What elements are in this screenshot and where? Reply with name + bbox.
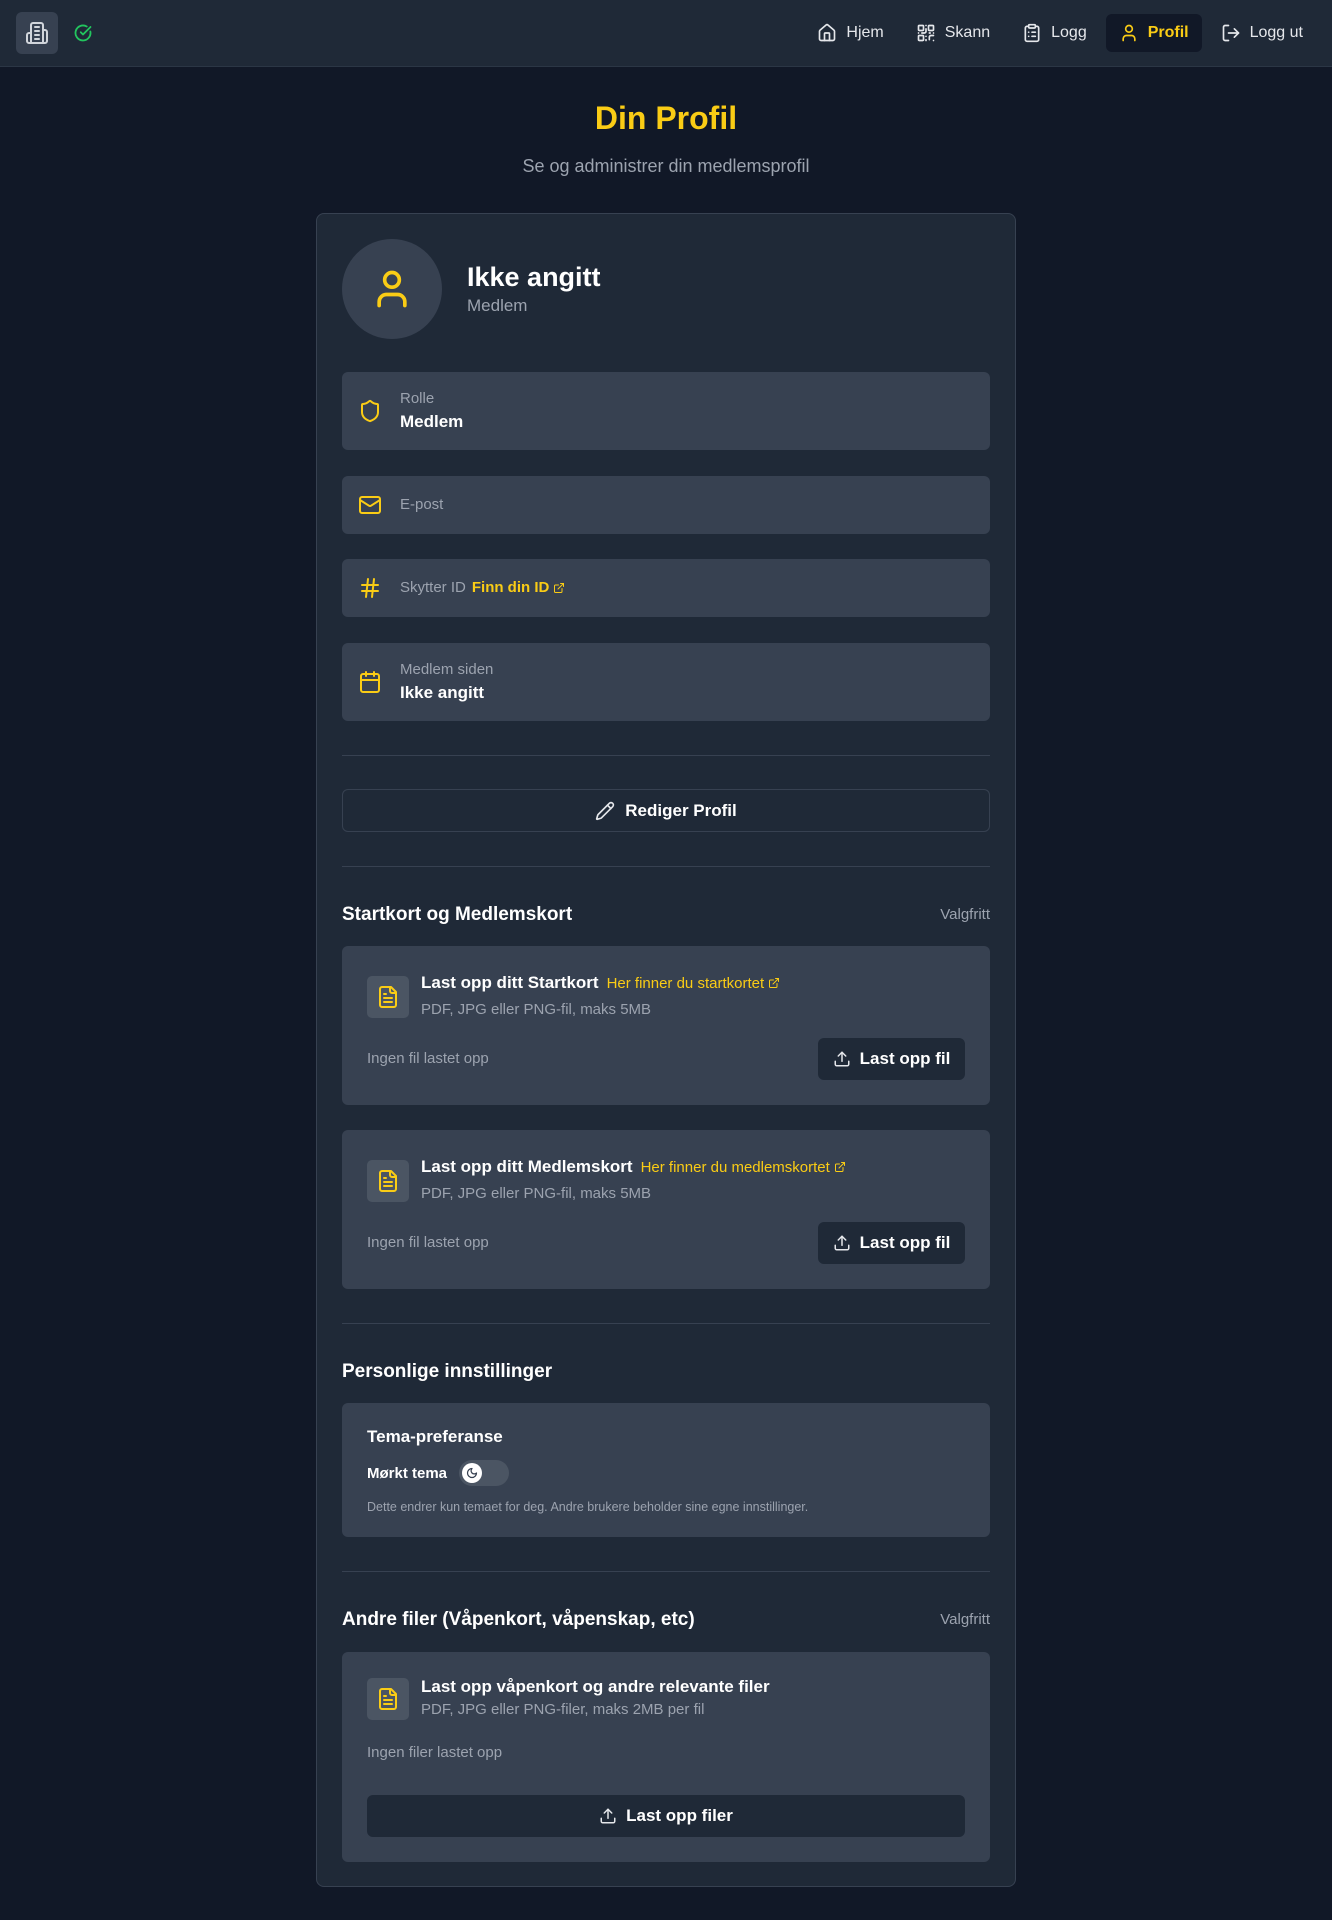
upload-button-label: Last opp filer: [626, 1806, 733, 1825]
file-text-icon: [367, 976, 409, 1018]
email-field: E-post: [342, 476, 990, 534]
start-card-help-link[interactable]: Her finner du startkortet: [607, 975, 781, 992]
nav-item-label: Skann: [944, 24, 991, 41]
upload-icon: [600, 1808, 616, 1824]
upload-title: Last opp våpenkort og andre relevante fi…: [421, 1677, 770, 1696]
page-title: Din Profil: [594, 100, 738, 136]
moon-icon: [462, 1463, 483, 1483]
dark-theme-toggle[interactable]: [459, 1460, 510, 1486]
field-value: Ikke angitt: [400, 683, 485, 702]
check-circle-icon: [74, 24, 92, 42]
find-id-link-label: Finn din ID: [471, 579, 550, 596]
upload-file-button[interactable]: Last opp fil: [818, 1222, 965, 1264]
external-link-icon: [834, 1162, 845, 1172]
help-link-label: Her finner du medlemskortet: [640, 1158, 830, 1176]
nav-item-scan[interactable]: Skann: [903, 14, 1003, 52]
nav-item-label: Hjem: [846, 24, 884, 41]
upload-status: Ingen filer lastet opp: [367, 1744, 503, 1761]
optional-badge: Valgfritt: [940, 1611, 990, 1628]
other-files-upload: Last opp våpenkort og andre relevante fi…: [342, 1652, 990, 1862]
divider: [342, 1323, 990, 1324]
upload-icon: [834, 1051, 850, 1067]
nav-item-label: Profil: [1147, 24, 1189, 41]
file-text-icon: [367, 1160, 409, 1202]
clipboard-icon: [1024, 23, 1040, 43]
field-label: E-post: [400, 496, 444, 513]
upload-subtitle: PDF, JPG eller PNG-filer, maks 2MB per f…: [421, 1701, 705, 1718]
shooter-id-field: Skytter ID Finn din ID: [342, 559, 990, 617]
home-icon: [819, 23, 836, 42]
building-logo-icon[interactable]: [16, 12, 58, 54]
profile-role-caption: Medlem: [467, 296, 528, 315]
optional-badge: Valgfritt: [940, 906, 990, 923]
dark-theme-label: Mørkt tema: [367, 1464, 448, 1482]
avatar: [342, 239, 442, 339]
upload-title: Last opp ditt Medlemskort: [421, 1157, 633, 1176]
upload-icon: [834, 1235, 850, 1251]
section-title: Andre filer (Våpenkort, våpenskap, etc): [342, 1609, 695, 1630]
logout-icon: [1222, 24, 1239, 42]
user-icon: [377, 270, 407, 308]
calendar-icon: [360, 671, 380, 693]
field-label-row: Skytter ID Finn din ID: [400, 579, 565, 596]
section-title: Personlige innstillinger: [342, 1361, 553, 1382]
user-icon: [1122, 24, 1136, 42]
theme-row: Mørkt tema: [367, 1460, 510, 1486]
file-text-icon: [367, 1678, 409, 1720]
nav-item-home[interactable]: Hjem: [804, 14, 896, 52]
divider: [342, 866, 990, 867]
qr-scan-icon: [917, 24, 935, 42]
upload-files-button[interactable]: Last opp filer: [367, 1795, 965, 1837]
field-value: Medlem: [400, 412, 464, 431]
theme-title: Tema-preferanse: [367, 1427, 503, 1446]
upload-status: Ingen fil lastet opp: [367, 1050, 489, 1067]
nav-menu: Hjem Skann Logg Profil Logg ut: [804, 14, 1316, 52]
shield-icon: [361, 400, 379, 423]
hash-icon: [361, 578, 379, 598]
pencil-icon: [596, 801, 615, 820]
theme-note: Dette endrer kun temaet for deg. Andre b…: [367, 1500, 809, 1514]
upload-subtitle: PDF, JPG eller PNG-fil, maks 5MB: [421, 1001, 652, 1018]
field-label: Rolle: [400, 390, 435, 407]
divider: [342, 1571, 990, 1572]
profile-card: Ikke angitt Medlem Rolle Medlem E-post S…: [316, 213, 1016, 1887]
external-link-icon: [554, 582, 565, 593]
nav-item-label: Logg ut: [1249, 24, 1303, 41]
profile-name: Ikke angitt: [467, 262, 601, 292]
mail-icon: [359, 496, 381, 514]
page-subtitle: Se og administrer din medlemsprofil: [522, 156, 810, 176]
nav-item-log[interactable]: Logg: [1009, 14, 1100, 52]
theme-settings-box: Tema-preferanse Mørkt tema Dette endrer …: [342, 1403, 990, 1537]
member-card-help-link[interactable]: Her finner du medlemskortet: [641, 1159, 846, 1176]
edit-profile-button[interactable]: Rediger Profil: [342, 789, 990, 832]
member-card-upload: Last opp ditt Medlemskort Her finner du …: [342, 1130, 990, 1289]
nav-item-profile[interactable]: Profil: [1105, 14, 1202, 52]
field-label: Skytter ID: [400, 579, 466, 596]
upload-button-label: Last opp fil: [859, 1049, 951, 1068]
help-link-label: Her finner du startkortet: [606, 974, 765, 992]
nav-item-logout[interactable]: Logg ut: [1208, 14, 1316, 52]
start-card-upload: Last opp ditt Startkort Her finner du st…: [342, 946, 990, 1105]
upload-subtitle: PDF, JPG eller PNG-fil, maks 5MB: [421, 1185, 652, 1202]
external-link-icon: [769, 978, 780, 988]
upload-status: Ingen fil lastet opp: [367, 1234, 489, 1251]
upload-title: Last opp ditt Startkort: [421, 973, 599, 992]
divider: [342, 755, 990, 756]
upload-title-row: Last opp ditt Medlemskort Her finner du …: [421, 1157, 846, 1177]
top-navbar: Hjem Skann Logg Profil Logg ut: [0, 0, 1332, 67]
field-label: Medlem siden: [400, 661, 494, 678]
find-id-link[interactable]: Finn din ID: [472, 579, 565, 596]
upload-title-row: Last opp ditt Startkort Her finner du st…: [421, 973, 780, 993]
edit-profile-label: Rediger Profil: [625, 800, 737, 820]
section-title: Startkort og Medlemskort: [342, 904, 573, 925]
role-field: Rolle Medlem: [342, 372, 990, 450]
member-since-field: Medlem siden Ikke angitt: [342, 643, 990, 721]
upload-button-label: Last opp fil: [859, 1233, 951, 1252]
nav-item-label: Logg: [1051, 24, 1087, 41]
upload-file-button[interactable]: Last opp fil: [818, 1038, 965, 1080]
